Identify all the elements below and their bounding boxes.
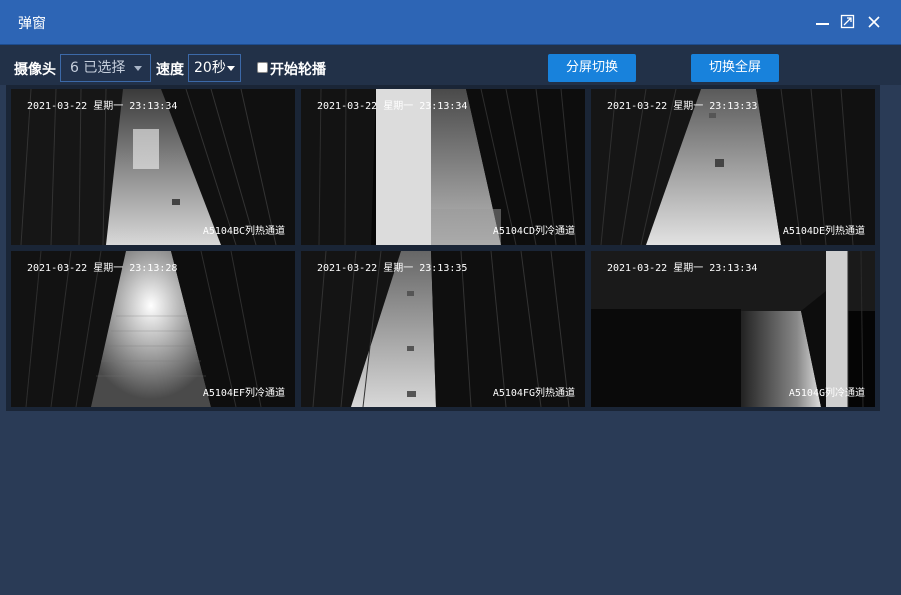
camera-timestamp: 2021-03-22 星期一 23:13:33 — [607, 101, 758, 112]
popup-window: 弹窗 摄像头 6 已选择 速度 20秒 开始轮播 分屏切换 切换全屏 2021-… — [0, 0, 901, 595]
camera-name: A5104BC列热通道 — [202, 226, 285, 237]
camera-timestamp: 2021-03-22 星期一 23:13:28 — [27, 263, 178, 274]
camera-name: A5104CD列冷通道 — [492, 226, 575, 237]
camera-name: A5104FG列热通道 — [492, 388, 575, 399]
minimize-icon[interactable] — [815, 14, 831, 30]
maximize-icon[interactable] — [840, 14, 856, 30]
camera-feed-1[interactable]: 2021-03-22 星期一 23:13:34 A5104BC列热通道 — [11, 89, 295, 245]
rotate-checkbox-label[interactable]: 开始轮播 — [270, 59, 326, 79]
fullscreen-button[interactable]: 切换全屏 — [691, 54, 779, 82]
camera-feed-6[interactable]: 2021-03-22 星期一 23:13:34 A5104G列冷通道 — [591, 251, 875, 407]
camera-name: A5104G列冷通道 — [788, 388, 865, 399]
camera-name: A5104DE列热通道 — [782, 226, 865, 237]
chevron-down-icon — [134, 66, 142, 71]
chevron-down-icon — [227, 66, 235, 71]
rotate-checkbox[interactable] — [257, 62, 268, 73]
speed-label: 速度 — [156, 62, 184, 78]
camera-timestamp: 2021-03-22 星期一 23:13:35 — [317, 263, 468, 274]
camera-feed-5[interactable]: 2021-03-22 星期一 23:13:35 A5104FG列热通道 — [301, 251, 585, 407]
titlebar: 弹窗 — [0, 0, 901, 45]
camera-feed-2[interactable]: 2021-03-22 星期一 23:13:34 A5104CD列冷通道 — [301, 89, 585, 245]
camera-select[interactable]: 6 已选择 — [60, 54, 151, 82]
speed-select-value: 20秒 — [194, 60, 226, 76]
camera-feed-4[interactable]: 2021-03-22 星期一 23:13:28 A5104EF列冷通道 — [11, 251, 295, 407]
camera-label: 摄像头 — [14, 62, 56, 78]
camera-feed-3[interactable]: 2021-03-22 星期一 23:13:33 A5104DE列热通道 — [591, 89, 875, 245]
split-screen-button[interactable]: 分屏切换 — [548, 54, 636, 82]
camera-timestamp: 2021-03-22 星期一 23:13:34 — [27, 101, 178, 112]
camera-select-value: 6 已选择 — [70, 60, 126, 76]
camera-grid: 2021-03-22 星期一 23:13:34 A5104BC列热通道 2021… — [6, 85, 880, 411]
camera-name: A5104EF列冷通道 — [202, 388, 285, 399]
close-icon[interactable] — [866, 14, 882, 30]
toolbar: 摄像头 6 已选择 速度 20秒 开始轮播 分屏切换 切换全屏 — [0, 45, 901, 85]
camera-timestamp: 2021-03-22 星期一 23:13:34 — [317, 101, 468, 112]
speed-select[interactable]: 20秒 — [188, 54, 241, 82]
window-title: 弹窗 — [18, 16, 46, 32]
camera-timestamp: 2021-03-22 星期一 23:13:34 — [607, 263, 758, 274]
